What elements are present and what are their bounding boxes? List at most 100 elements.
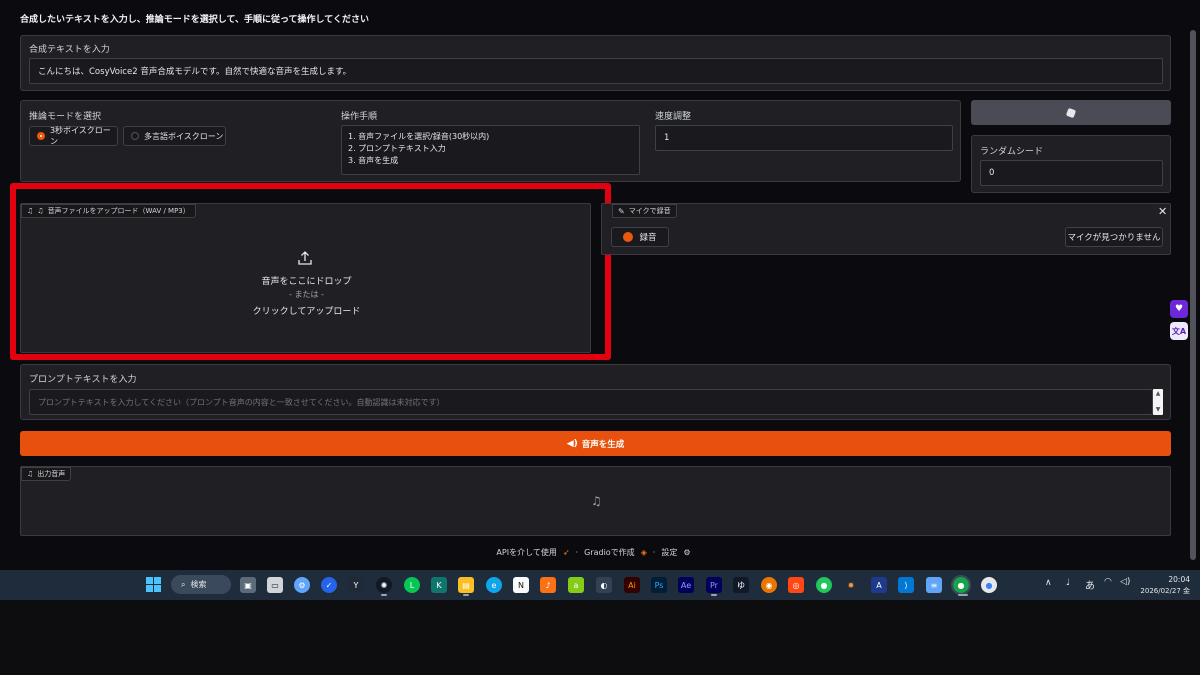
vscode-icon[interactable]: ⟩ bbox=[898, 577, 914, 593]
footer-separator: · bbox=[575, 548, 579, 557]
running-indicator bbox=[463, 594, 469, 596]
translate-icon[interactable]: 文A bbox=[1170, 322, 1188, 340]
generate-button-label: 音声を生成 bbox=[581, 439, 625, 450]
desktop-app-icon[interactable]: ▭ bbox=[267, 577, 283, 593]
check-app-icon[interactable]: ✓ bbox=[321, 577, 337, 593]
rocket-icon: ➶ bbox=[562, 548, 570, 557]
prompt-label: プロンプトテキストを入力 bbox=[29, 375, 137, 385]
volume-icon[interactable]: ◁) bbox=[1120, 577, 1130, 587]
circle-app-icon[interactable]: ● bbox=[981, 577, 997, 593]
task-view-icon[interactable]: ▣ bbox=[240, 577, 256, 593]
steps-box: 1. 音声ファイルを選択/録音(30秒以内) 2. プロンプトテキスト入力 3.… bbox=[341, 125, 640, 175]
extension-icon[interactable]: ♥ bbox=[1170, 300, 1188, 318]
music-note-icon: ♫ bbox=[591, 494, 602, 508]
k-app-icon[interactable]: K bbox=[431, 577, 447, 593]
output-tab-text: 出力音声 bbox=[37, 470, 66, 478]
file-explorer-icon[interactable]: ▤ bbox=[458, 577, 474, 593]
mode-option-multilingual[interactable]: 多言語ボイスクローン bbox=[123, 126, 226, 146]
output-tab-label: ♫ 出力音声 bbox=[21, 467, 72, 481]
after-effects-icon[interactable]: Ae bbox=[678, 577, 694, 593]
chrome-active-icon[interactable]: ● bbox=[951, 575, 971, 595]
scroll-down-icon[interactable]: ▼ bbox=[1153, 405, 1163, 414]
settings-app-icon[interactable]: ⚙ bbox=[294, 577, 310, 593]
settings-panel: 推論モードを選択 3秒ボイスクローン 多言語ボイスクローン 操作手順 1. 音声… bbox=[20, 100, 961, 182]
running-indicator bbox=[958, 594, 968, 596]
houdini-icon[interactable]: ◎ bbox=[788, 577, 804, 593]
highlight-box bbox=[10, 183, 611, 360]
chrome-icon[interactable]: ● bbox=[816, 577, 832, 593]
notion-icon[interactable]: N bbox=[513, 577, 529, 593]
seed-input[interactable]: 0 bbox=[980, 160, 1163, 186]
davinci-icon[interactable]: ◐ bbox=[596, 577, 612, 593]
steps-label: 操作手順 bbox=[341, 112, 378, 122]
prompt-text-input[interactable]: プロンプトテキストを入力してください（プロンプト音声の内容と一致させてください。… bbox=[29, 389, 1153, 415]
output-panel: ♫ 出力音声 ♫ bbox=[20, 466, 1171, 536]
record-dot-icon bbox=[623, 232, 634, 242]
seed-label: ランダムシード bbox=[980, 147, 1044, 157]
record-tab-label: ✎ マイクで録音 bbox=[612, 204, 677, 218]
microphone-icon: ✎ bbox=[618, 206, 625, 216]
mic-status-button[interactable]: マイクが見つかりません bbox=[1065, 227, 1163, 247]
dice-icon bbox=[1065, 107, 1077, 118]
scroll-up-icon[interactable]: ▲ bbox=[1153, 389, 1163, 398]
tray-mic-icon[interactable]: ♩ bbox=[1066, 578, 1070, 588]
prompt-panel: プロンプトテキストを入力 プロンプトテキストを入力してください（プロンプト音声の… bbox=[20, 364, 1171, 420]
chatgpt-icon[interactable]: ✺ bbox=[376, 577, 392, 593]
illustrator-icon[interactable]: Ai bbox=[624, 577, 640, 593]
close-icon[interactable]: ✕ bbox=[1158, 205, 1167, 218]
record-panel: ✎ マイクで録音 ✕ 録音 マイクが見つかりません bbox=[601, 203, 1171, 255]
text-input-panel: 合成テキストを入力 こんにちは、CosyVoice2 音声合成モデルです。自然で… bbox=[20, 35, 1171, 91]
gradio-logo-icon: ◈ bbox=[640, 548, 647, 557]
search-icon: ⌕ bbox=[181, 579, 186, 589]
line-icon[interactable]: L bbox=[404, 577, 420, 593]
taskbar-search[interactable]: ⌕ 検索 bbox=[171, 575, 231, 594]
mode-label: 推論モードを選択 bbox=[29, 112, 102, 122]
seed-panel: ランダムシード 0 bbox=[971, 135, 1171, 193]
tray-chevron-icon[interactable]: ∧ bbox=[1045, 578, 1052, 588]
radio-unselected-icon bbox=[131, 132, 139, 140]
clock-date[interactable]: 2026/02/27 金 bbox=[1130, 586, 1190, 596]
green-app-icon[interactable]: a bbox=[568, 577, 584, 593]
scrollbar[interactable]: ▲ ▼ bbox=[1153, 389, 1163, 415]
gradio-link[interactable]: Gradioで作成 bbox=[584, 547, 635, 558]
yu-app-icon[interactable]: ゆ bbox=[733, 577, 749, 593]
notepad-icon[interactable]: ≡ bbox=[926, 577, 942, 593]
star-app-icon[interactable]: ✹ bbox=[843, 577, 859, 593]
random-seed-button[interactable] bbox=[971, 100, 1171, 125]
search-label: 検索 bbox=[190, 580, 207, 589]
record-button[interactable]: 録音 bbox=[611, 227, 669, 247]
mode-option-label: 多言語ボイスクローン bbox=[144, 131, 224, 141]
a-app-icon[interactable]: A bbox=[871, 577, 887, 593]
music-note-icon: ♫ bbox=[27, 470, 34, 478]
clock-time[interactable]: 20:04 bbox=[1140, 575, 1190, 584]
gear-icon: ⚙ bbox=[683, 548, 691, 557]
footer-separator: · bbox=[652, 548, 656, 557]
premiere-icon[interactable]: Pr bbox=[706, 577, 722, 593]
page-scrollbar[interactable] bbox=[1190, 30, 1196, 560]
record-tab-text: マイクで録音 bbox=[628, 207, 671, 215]
y-app-icon[interactable]: Y bbox=[348, 577, 364, 593]
speed-label: 速度調整 bbox=[655, 112, 692, 122]
speaker-icon: ◀) bbox=[566, 438, 578, 449]
text-input-label: 合成テキストを入力 bbox=[29, 45, 110, 55]
ime-indicator[interactable]: あ bbox=[1085, 577, 1095, 592]
footer: APIを介して使用 ➶ · Gradioで作成 ◈ · 設定 ⚙ bbox=[0, 547, 1187, 558]
mode-option-3sec[interactable]: 3秒ボイスクローン bbox=[29, 126, 118, 146]
photoshop-icon[interactable]: Ps bbox=[651, 577, 667, 593]
dark-backdrop bbox=[0, 600, 1200, 675]
synthesis-text-input[interactable]: こんにちは、CosyVoice2 音声合成モデルです。自然で快適な音声を生成しま… bbox=[29, 58, 1163, 84]
api-link[interactable]: APIを介して使用 bbox=[496, 547, 556, 558]
running-indicator bbox=[381, 594, 387, 596]
generate-button[interactable]: ◀) 音声を生成 bbox=[20, 431, 1171, 456]
step-line: 2. プロンプトテキスト入力 bbox=[348, 144, 446, 153]
start-icon[interactable] bbox=[146, 577, 161, 592]
record-button-label: 録音 bbox=[639, 233, 657, 243]
blender-icon[interactable]: ◉ bbox=[761, 577, 777, 593]
mode-option-label: 3秒ボイスクローン bbox=[49, 126, 111, 146]
radio-selected-icon bbox=[37, 132, 45, 140]
settings-link[interactable]: 設定 bbox=[661, 547, 677, 558]
edge-icon[interactable]: e bbox=[486, 577, 502, 593]
wifi-icon[interactable]: ◠ bbox=[1104, 577, 1112, 587]
speed-input[interactable]: 1 bbox=[655, 125, 953, 151]
fl-studio-icon[interactable]: ♪ bbox=[540, 577, 556, 593]
